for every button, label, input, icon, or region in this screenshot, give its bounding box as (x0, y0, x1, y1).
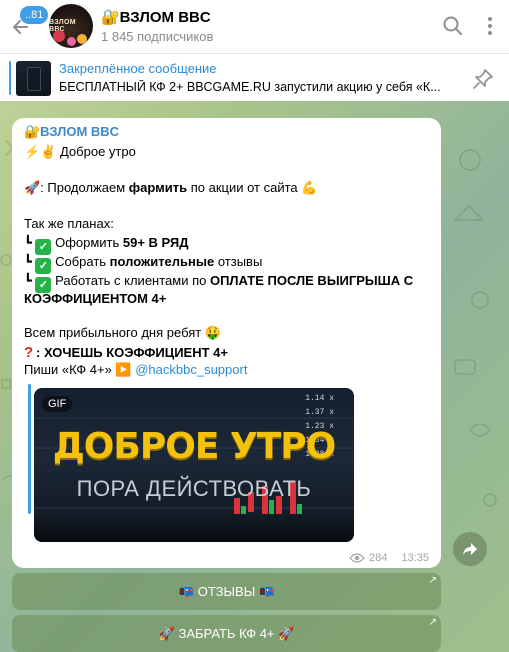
chat-header: ..81 ВЗЛОМ ВВС 🔐ВЗЛОМ BBC 1 845 подписчи… (0, 0, 509, 53)
reviews-button-label: 📭 ОТЗЫВЫ 📭 (177, 583, 276, 599)
more-menu-button[interactable] (478, 14, 502, 38)
message-bubble[interactable]: 🔐ВЗЛОМ BBC ⚡✌ Доброе утро 🚀: Продолжаем … (12, 118, 441, 568)
pin-icon (473, 69, 493, 89)
farm-line: 🚀: Продолжаем фармить по акции от сайта … (24, 180, 318, 195)
view-count: 284 (369, 552, 388, 564)
check-icon (35, 258, 52, 274)
question-mark-icon: ? (24, 344, 34, 361)
plan-item-1: ┗ Оформить 59+ В РЯД (24, 235, 189, 255)
get-kf-button-label: 🚀 ЗАБРАТЬ КФ 4+ 🚀 (158, 625, 295, 641)
get-kf-button[interactable]: 🚀 ЗАБРАТЬ КФ 4+ 🚀 ↗ (12, 615, 441, 652)
more-vertical-icon (488, 17, 492, 35)
message-meta: 284 13:35 (349, 552, 429, 564)
media-quote-bar (28, 384, 31, 514)
plans-heading: Так же планах: (24, 216, 114, 231)
plan-item-2: ┗ Собрать положительные отзывы (24, 254, 262, 274)
pinned-message-bar[interactable]: Закреплённое сообщение БЕСПЛАТНЫЙ КФ 2+ … (0, 53, 509, 101)
message-time: 13:35 (401, 552, 429, 564)
gif-label: GIF (42, 396, 73, 412)
greeting-line: ⚡✌ Доброе утро (24, 144, 136, 159)
gif-title: ДОБРОЕ УТРО (52, 426, 337, 467)
support-link[interactable]: @hackbbc_support (135, 362, 247, 377)
pinned-text: БЕСПЛАТНЫЙ КФ 2+ BBCGAME.RU запустили ак… (59, 80, 441, 94)
plan-item-3-cont: КОЭФФИЦИЕНТОМ 4+ (24, 291, 167, 306)
pin-list-button[interactable] (471, 67, 495, 91)
search-button[interactable] (441, 14, 465, 38)
share-arrow-icon (463, 543, 477, 555)
external-link-icon: ↗ (428, 617, 437, 628)
gif-media[interactable]: GIF 1.14 x 1.37 x 1.23 x 1.54 x 1.38 x Д… (34, 388, 354, 542)
search-icon (443, 16, 462, 35)
share-button[interactable] (453, 532, 487, 566)
question-line: ?: ХОЧЕШЬ КОЭФФИЦИЕНТ 4+ (24, 344, 228, 361)
eye-icon (349, 553, 365, 563)
reviews-button[interactable]: 📭 ОТЗЫВЫ 📭 ↗ (12, 573, 441, 610)
channel-title[interactable]: 🔐ВЗЛОМ BBC (101, 8, 211, 26)
plan-item-3: ┗ Работать с клиентами по ОПЛАТЕ ПОСЛЕ В… (24, 273, 413, 293)
check-icon (35, 239, 52, 255)
pinned-thumbnail (16, 61, 51, 96)
message-author[interactable]: 🔐ВЗЛОМ BBC (24, 124, 119, 140)
avatar[interactable]: ВЗЛОМ ВВС (49, 4, 93, 48)
external-link-icon: ↗ (428, 575, 437, 586)
wish-line: Всем прибыльного дня ребят 🤑 (24, 325, 222, 340)
pinned-title: Закреплённое сообщение (59, 61, 217, 76)
subscriber-count: 1 845 подписчиков (101, 29, 214, 44)
unread-badge: ..81 (20, 6, 49, 24)
write-line: Пиши «КФ 4+» ▶️ @hackbbc_support (24, 362, 248, 377)
gif-subtitle: ПОРА ДЕЙСТВОВАТЬ (76, 476, 312, 501)
pinned-indicator (9, 61, 11, 95)
